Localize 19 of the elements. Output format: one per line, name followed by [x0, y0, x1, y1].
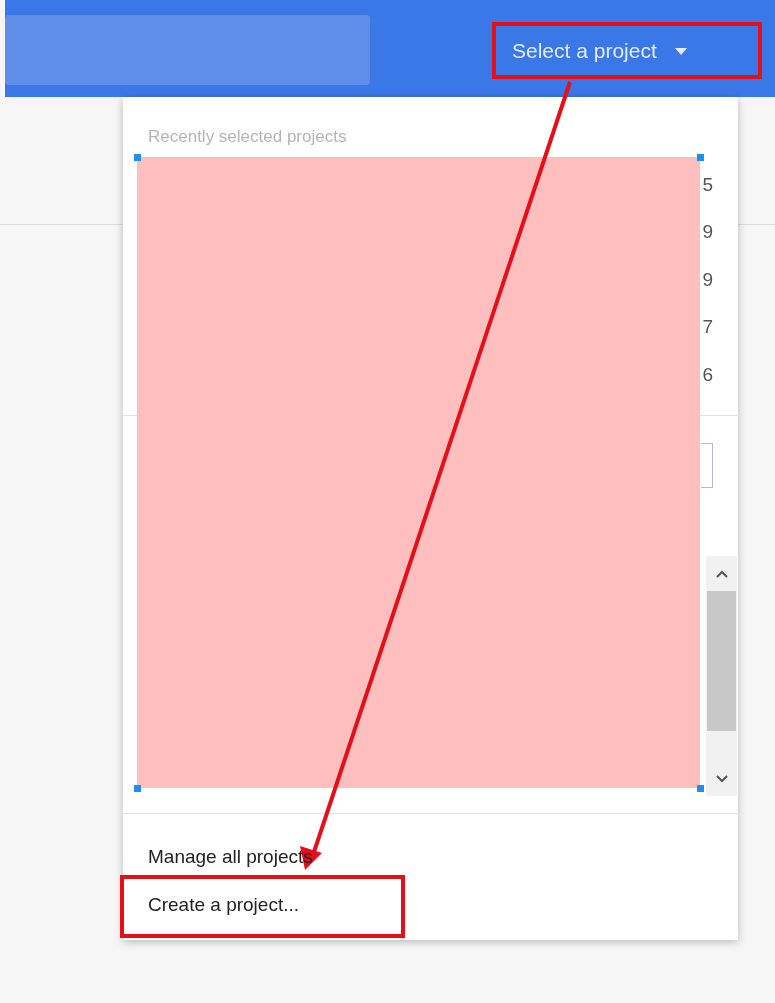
menu-item[interactable]: Create a project...	[123, 881, 738, 930]
selection-handle[interactable]	[134, 785, 141, 792]
scroll-thumb[interactable]	[707, 590, 736, 731]
project-name[interactable]: 7	[702, 313, 713, 342]
selection-handle[interactable]	[697, 785, 704, 792]
selection-handle[interactable]	[697, 154, 704, 161]
section-title: Recently selected projects	[148, 126, 348, 148]
search-field[interactable]	[5, 15, 370, 85]
project-name[interactable]: 6	[702, 360, 713, 389]
selection-handle[interactable]	[134, 154, 141, 161]
project-name[interactable]: 5	[702, 170, 713, 199]
project-name[interactable]: 9	[702, 265, 713, 294]
scroll-up-icon[interactable]	[715, 569, 728, 578]
project-name[interactable]: 9	[702, 218, 713, 247]
scroll-down-icon[interactable]	[715, 774, 728, 783]
filter-field[interactable]	[701, 442, 713, 488]
caret-icon	[674, 47, 687, 55]
scrollbar[interactable]	[706, 555, 737, 796]
project-picker[interactable]: Select a project	[500, 30, 750, 72]
